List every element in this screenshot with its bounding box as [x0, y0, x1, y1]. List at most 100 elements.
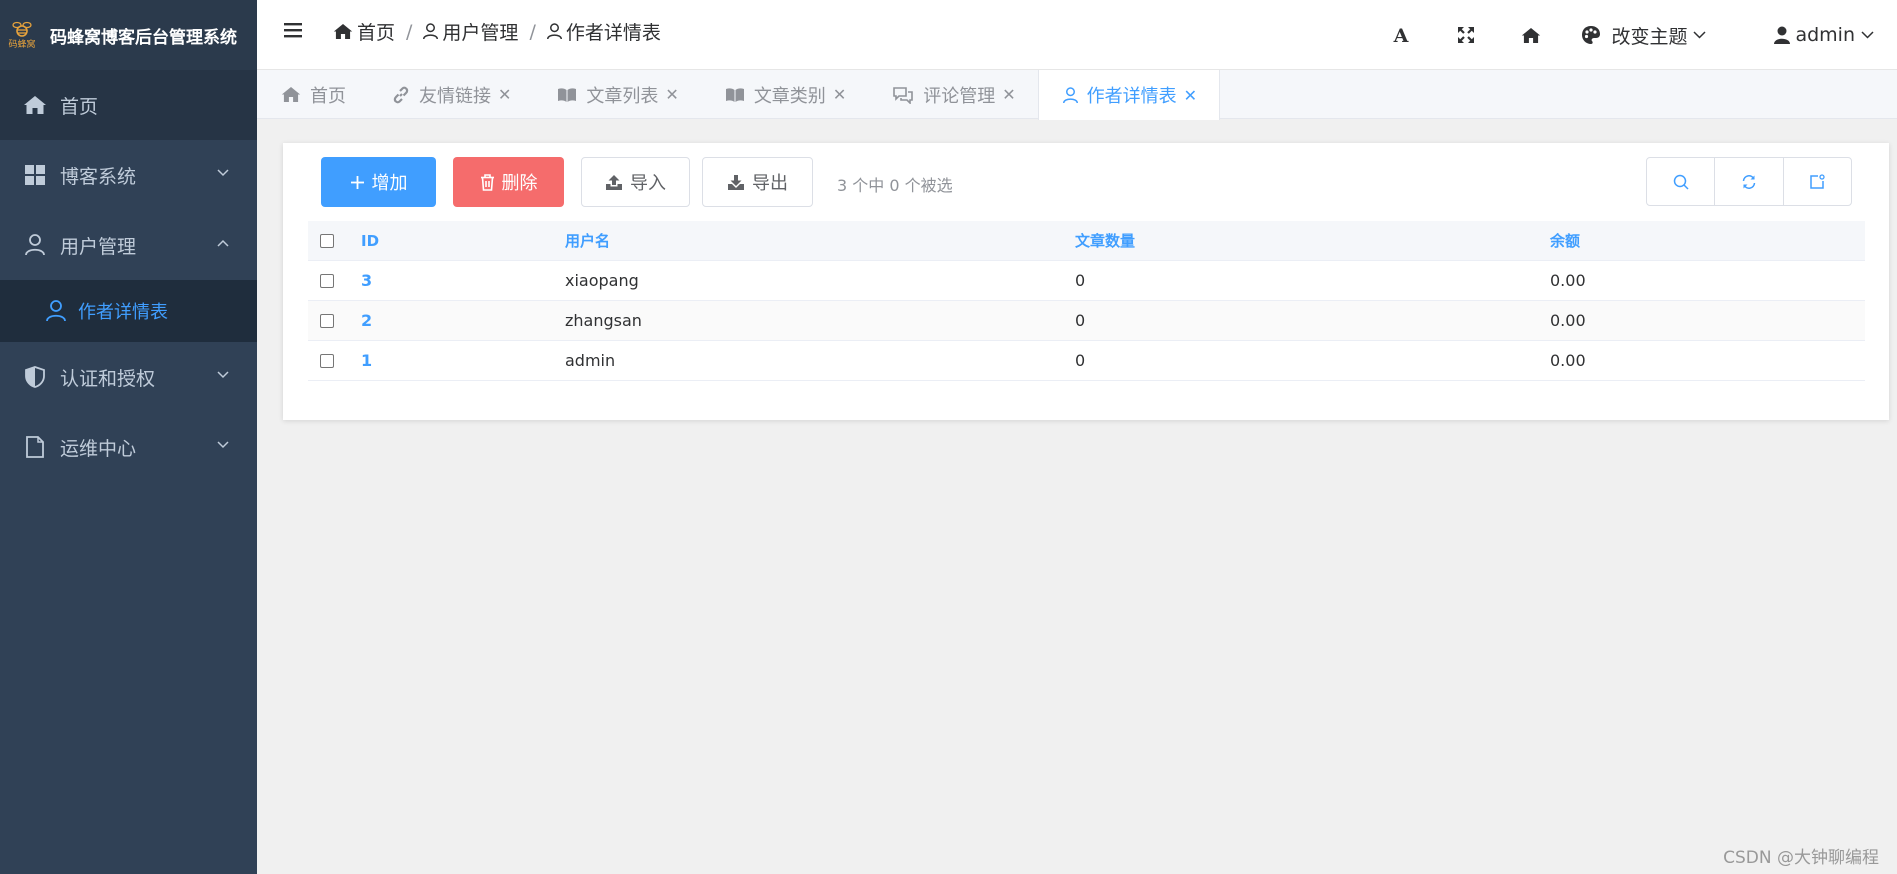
column-header-username[interactable]: 用户名	[565, 230, 1075, 251]
row-checkbox[interactable]	[308, 273, 346, 288]
sidebar-item-label: 认证和授权	[60, 367, 156, 390]
row-balance: 0.00	[1550, 311, 1586, 330]
row-id-link[interactable]: 2	[346, 311, 565, 330]
book-icon	[557, 87, 586, 103]
selection-info: 3 个中 0 个被选	[837, 176, 953, 195]
tab-author-details[interactable]: 作者详情表 ✕	[1037, 70, 1221, 120]
row-balance: 0.00	[1550, 271, 1586, 290]
close-icon[interactable]: ✕	[498, 85, 511, 104]
chevron-up-icon	[217, 239, 229, 247]
table-row[interactable]: 2 zhangsan 0 0.00	[308, 301, 1865, 341]
row-article-count: 0	[1075, 351, 1086, 370]
column-settings-icon[interactable]	[1782, 158, 1851, 205]
column-header-article-count[interactable]: 文章数量	[1075, 230, 1550, 251]
svg-text:A: A	[1393, 26, 1409, 44]
tab-article-category[interactable]: 文章类别 ✕	[701, 70, 868, 119]
add-button[interactable]: 增加	[321, 157, 436, 207]
breadcrumb-label: 用户管理	[442, 22, 519, 44]
row-article-count: 0	[1075, 311, 1086, 330]
breadcrumb-separator: /	[529, 20, 536, 43]
chevron-down-icon	[217, 441, 229, 449]
select-all-checkbox[interactable]	[308, 233, 346, 248]
logo-text: 码蜂窝	[8, 39, 36, 50]
close-icon[interactable]: ✕	[1184, 86, 1197, 105]
tab-comment-management[interactable]: 评论管理 ✕	[868, 70, 1037, 119]
table-row[interactable]: 3 xiaopang 0 0.00	[308, 261, 1865, 301]
close-icon[interactable]: ✕	[1002, 85, 1015, 104]
chevron-down-icon	[217, 169, 229, 177]
sidebar-item-home[interactable]: 首页	[0, 70, 257, 140]
table-row[interactable]: 1 admin 0 0.00	[308, 341, 1865, 381]
breadcrumb-item-author-details: 作者详情表	[546, 18, 661, 45]
row-username: xiaopang	[565, 271, 639, 290]
close-icon[interactable]: ✕	[833, 85, 846, 104]
document-icon	[22, 436, 48, 458]
column-header-id[interactable]: ID	[346, 232, 565, 250]
main-card: 增加 删除 导入 导出 3 个中 0 个被选 ID 用户名 文章数量 余额 3 …	[283, 143, 1889, 420]
watermark: CSDN @大钟聊编程	[1723, 848, 1879, 868]
close-icon[interactable]: ✕	[665, 85, 678, 104]
tab-friend-links[interactable]: 友情链接 ✕	[368, 70, 533, 119]
upload-icon	[605, 174, 630, 191]
table-header-row: ID 用户名 文章数量 余额	[308, 221, 1865, 261]
tab-label: 首页	[310, 85, 346, 107]
home-icon	[333, 23, 357, 40]
sidebar-item-users[interactable]: 用户管理	[0, 210, 257, 280]
user-avatar-icon	[1774, 26, 1795, 44]
book-icon	[725, 87, 754, 103]
breadcrumb: 首页 / 用户管理 / 作者详情表	[333, 18, 661, 45]
table-tool-group	[1646, 157, 1852, 206]
search-icon[interactable]	[1647, 158, 1714, 205]
hamburger-menu-icon[interactable]	[284, 22, 302, 38]
fullscreen-icon[interactable]	[1433, 0, 1498, 70]
theme-label: 改变主题	[1611, 25, 1688, 48]
chevron-down-icon	[1861, 31, 1879, 39]
export-button[interactable]: 导出	[702, 157, 813, 207]
link-icon	[392, 86, 419, 104]
tab-home[interactable]: 首页	[257, 70, 368, 119]
sidebar-item-label: 用户管理	[60, 235, 137, 258]
tags-view: 首页 友情链接 ✕ 文章列表 ✕ 文章类别 ✕ 评论管理 ✕ 作者详情表 ✕	[257, 70, 1897, 120]
row-id-link[interactable]: 1	[346, 351, 565, 370]
import-button-label: 导入	[630, 173, 666, 194]
comment-icon	[892, 86, 923, 104]
breadcrumb-separator: /	[406, 20, 413, 43]
logo-area[interactable]: 码蜂窝 码蜂窝博客后台管理系统	[0, 0, 257, 70]
column-header-balance[interactable]: 余额	[1550, 230, 1750, 251]
breadcrumb-item-home[interactable]: 首页	[333, 18, 395, 45]
plus-icon	[350, 175, 372, 190]
chevron-down-icon	[217, 371, 229, 379]
theme-dropdown[interactable]: 改变主题	[1581, 22, 1716, 49]
user-icon	[22, 234, 48, 256]
home-icon	[22, 95, 48, 115]
font-size-icon[interactable]: A	[1368, 0, 1433, 70]
navbar-tools: A 改变主题 admin	[1368, 0, 1897, 70]
trash-icon	[480, 173, 502, 191]
row-checkbox[interactable]	[308, 353, 346, 368]
bee-logo-icon: 码蜂窝	[4, 21, 40, 50]
tab-label: 文章类别	[753, 85, 826, 107]
sidebar-item-blog[interactable]: 博客系统	[0, 140, 257, 210]
row-checkbox[interactable]	[308, 313, 346, 328]
user-icon	[46, 300, 66, 322]
top-navbar: 首页 / 用户管理 / 作者详情表 A 改变主题 admin	[257, 0, 1897, 70]
breadcrumb-label: 作者详情表	[565, 22, 661, 44]
download-icon	[727, 174, 752, 191]
tab-label: 文章列表	[586, 85, 659, 107]
refresh-icon[interactable]	[1714, 158, 1782, 205]
breadcrumb-item-users[interactable]: 用户管理	[423, 18, 518, 45]
sidebar-item-ops[interactable]: 运维中心	[0, 412, 257, 482]
import-button[interactable]: 导入	[581, 157, 690, 207]
row-id-link[interactable]: 3	[346, 271, 565, 290]
shield-icon	[22, 366, 48, 388]
sidebar-item-label: 首页	[60, 95, 99, 118]
tab-article-list[interactable]: 文章列表 ✕	[533, 70, 700, 119]
user-dropdown[interactable]: admin	[1774, 24, 1879, 46]
sidebar-item-auth[interactable]: 认证和授权	[0, 342, 257, 412]
app-title: 码蜂窝博客后台管理系统	[50, 27, 237, 48]
home-icon[interactable]	[1498, 0, 1563, 70]
sidebar: 码蜂窝 码蜂窝博客后台管理系统 首页 博客系统 用户管理 作者详情表 认证和授权…	[0, 0, 257, 874]
delete-button[interactable]: 删除	[453, 157, 564, 207]
sidebar-subitem-author-details[interactable]: 作者详情表	[0, 280, 257, 342]
tab-label: 友情链接	[419, 85, 491, 107]
